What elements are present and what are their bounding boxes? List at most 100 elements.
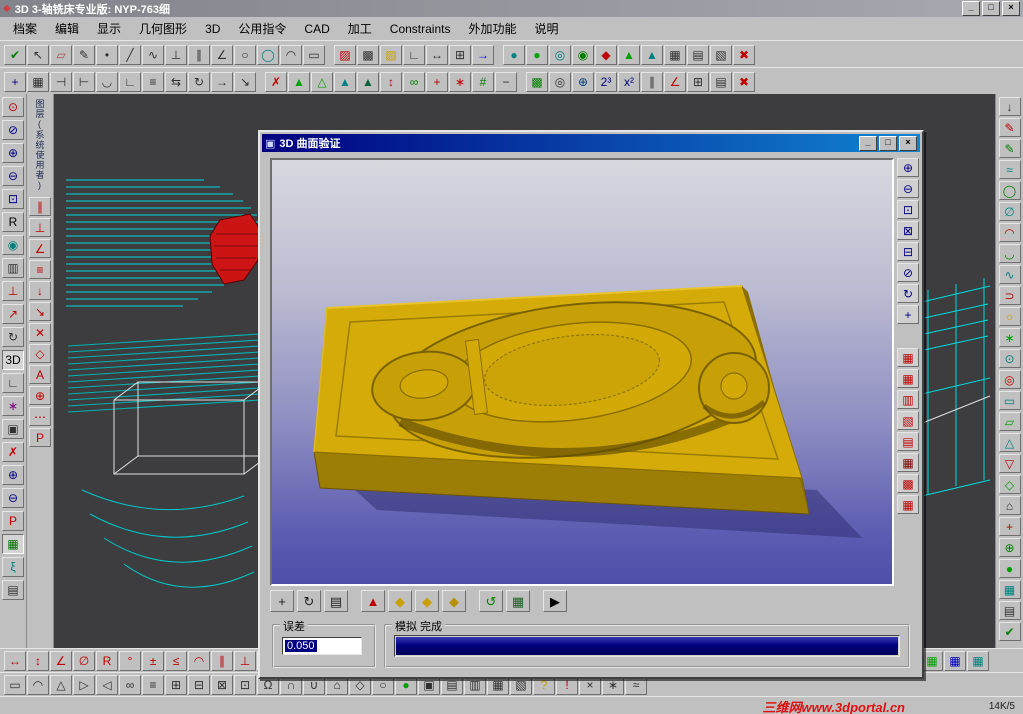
oplus-green-icon[interactable]: ⊕ (998, 538, 1021, 557)
mirror-icon[interactable]: ⇆ (165, 71, 187, 92)
point-id-icon[interactable]: P (2, 511, 24, 531)
minimize-button[interactable]: _ (962, 1, 980, 16)
fit-box-icon[interactable]: ▣ (2, 419, 24, 439)
tri-dark-icon[interactable]: ▲ (357, 71, 379, 92)
ellipse-icon[interactable]: ◯ (257, 44, 279, 65)
arrow-down-icon[interactable]: ↓ (998, 97, 1021, 116)
green-triangle-icon[interactable]: ▲ (618, 44, 640, 65)
ring-yellow-icon[interactable]: ○ (998, 307, 1021, 326)
tri-down-red-icon[interactable]: ▽ (998, 454, 1021, 473)
plus-red-icon[interactable]: + (426, 71, 448, 92)
dialog-maximize-button[interactable]: □ (879, 135, 897, 151)
dim-horizontal-icon[interactable]: ↔ (4, 651, 26, 671)
sim-rotate-view-icon[interactable]: ↻ (897, 284, 919, 303)
sim-layer4-icon[interactable]: ▦ (897, 495, 919, 514)
shade-sphere-icon[interactable]: ◉ (2, 235, 24, 255)
burst-icon[interactable]: ∗ (2, 396, 24, 416)
measure-icon[interactable]: ↔ (426, 44, 448, 65)
tolerance-input[interactable]: 0.050 (282, 637, 362, 655)
cube-icon[interactable]: ▧ (710, 44, 732, 65)
wireframe-view-icon[interactable]: ▥ (2, 258, 24, 278)
arc-red-icon[interactable]: ◠ (998, 223, 1021, 242)
step-fwd-icon[interactable]: ▷ (73, 675, 95, 695)
sim-layer2-icon[interactable]: ▦ (897, 453, 919, 472)
menu-view[interactable]: 显示 (88, 17, 130, 40)
origin-icon[interactable]: ∟ (2, 373, 24, 393)
surface-green-icon[interactable]: ● (526, 44, 548, 65)
grid2-icon[interactable]: ▦ (27, 71, 49, 92)
zoom-out2-icon[interactable]: ⊖ (2, 488, 24, 508)
plus-red2-icon[interactable]: + (998, 517, 1021, 536)
menu-file[interactable]: 档案 (4, 17, 46, 40)
dim-vertical-icon[interactable]: ↕ (27, 651, 49, 671)
menu-help[interactable]: 说明 (526, 17, 568, 40)
rect-teal-icon[interactable]: ▭ (998, 391, 1021, 410)
close-red-icon[interactable]: ✖ (733, 71, 755, 92)
target-icon[interactable]: ◎ (549, 71, 571, 92)
section-icon[interactable]: ▤ (2, 580, 24, 600)
edit-tri-icon[interactable]: △ (50, 675, 72, 695)
layers-icon[interactable]: ≡ (142, 675, 164, 695)
donut-icon[interactable]: ◎ (549, 44, 571, 65)
blue-arrow-icon[interactable]: → (472, 44, 494, 65)
close-x-icon[interactable]: ✖ (733, 44, 755, 65)
edit-rect-icon[interactable]: ▭ (4, 675, 26, 695)
tri-green-icon[interactable]: ▲ (288, 71, 310, 92)
hatch-active-icon[interactable]: ▦ (2, 534, 24, 554)
zoom-ratio-icon[interactable]: ⊘ (2, 120, 24, 140)
close-button[interactable]: × (1002, 1, 1020, 16)
sim-view-iso-icon[interactable]: ▧ (897, 411, 919, 430)
menu-constraints[interactable]: Constraints (381, 19, 460, 39)
surface-teal-icon[interactable]: ● (503, 44, 525, 65)
offset-icon[interactable]: ≡ (142, 71, 164, 92)
spline-icon[interactable]: ∿ (142, 44, 164, 65)
center-snap-icon[interactable]: ⊕ (29, 386, 51, 405)
extend-icon[interactable]: ⊢ (73, 71, 95, 92)
pencil-icon[interactable]: ✎ (73, 44, 95, 65)
sim-zoom-extents-icon[interactable]: ⊠ (897, 221, 919, 240)
stock-chip2-icon[interactable]: ◆ (415, 590, 439, 612)
dialog-title-bar[interactable]: ▣ 3D 曲面验证 _ □ × (262, 134, 920, 152)
grid-plus-icon[interactable]: ⊞ (165, 675, 187, 695)
menu-edit[interactable]: 编辑 (46, 17, 88, 40)
zoom-in2-icon[interactable]: ⊕ (2, 465, 24, 485)
mesh-teal-icon[interactable]: ▦ (998, 580, 1021, 599)
menu-common-commands[interactable]: 公用指令 (229, 17, 295, 40)
reset-sim-icon[interactable]: ↺ (479, 590, 503, 612)
intersect-icon[interactable]: ✕ (29, 323, 51, 342)
erase-icon[interactable]: ▱ (50, 44, 72, 65)
select-pointer-icon[interactable]: ↖ (27, 44, 49, 65)
rotate-icon[interactable]: ↻ (188, 71, 210, 92)
target-red-icon[interactable]: ◎ (998, 370, 1021, 389)
green-pencil-icon[interactable]: ✎ (998, 139, 1021, 158)
point-icon[interactable]: • (96, 44, 118, 65)
move-icon[interactable]: → (211, 71, 233, 92)
table-icon[interactable]: ▤ (687, 44, 709, 65)
hatch-green-icon[interactable]: ▩ (526, 71, 548, 92)
dim-radius-icon[interactable]: R (96, 651, 118, 671)
trim-icon[interactable]: ⊣ (50, 71, 72, 92)
null-set-icon[interactable]: ∅ (998, 202, 1021, 221)
iso-view-icon[interactable]: ↗ (2, 304, 24, 324)
maximize-button[interactable]: □ (982, 1, 1000, 16)
grid-dot-icon[interactable]: ⊡ (234, 675, 256, 695)
points-icon[interactable]: ⋯ (29, 407, 51, 426)
hatch-yellow-icon[interactable]: ▨ (380, 44, 402, 65)
power-cube-icon[interactable]: 2³ (595, 71, 617, 92)
dim-perp-icon[interactable]: ⊥ (234, 651, 256, 671)
mesh-icon[interactable]: ▦ (664, 44, 686, 65)
chamfer2-icon[interactable]: ∟ (119, 71, 141, 92)
table2-icon[interactable]: ▤ (710, 71, 732, 92)
zoom-window-icon[interactable]: ⊡ (2, 189, 24, 209)
sim-zoom-previous-icon[interactable]: ⊟ (897, 242, 919, 261)
delete-red-icon[interactable]: ✗ (2, 442, 24, 462)
delete-icon[interactable]: ✗ (265, 71, 287, 92)
sim-zoom-window-icon[interactable]: ⊡ (897, 200, 919, 219)
diagonal-icon[interactable]: ↘ (29, 302, 51, 321)
grid-icon[interactable]: ⊞ (449, 44, 471, 65)
point-label2-icon[interactable]: P (29, 428, 51, 447)
dim-tolerance-icon[interactable]: ± (142, 651, 164, 671)
teal-triangle-icon[interactable]: ▲ (641, 44, 663, 65)
dim-diameter-icon[interactable]: ∅ (73, 651, 95, 671)
scale-icon[interactable]: ↘ (234, 71, 256, 92)
